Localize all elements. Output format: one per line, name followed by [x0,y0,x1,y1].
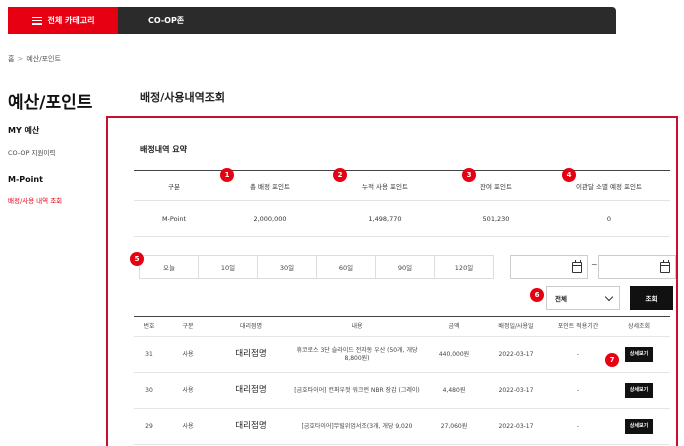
period-30d-button[interactable]: 30일 [257,255,317,279]
calendar-icon[interactable] [572,260,582,273]
sidebar-section-m-point: M-Point [8,175,43,184]
row-agency: 대리점명 [235,420,267,431]
summary-header-type: 구분 [168,182,180,191]
period-60d-button[interactable]: 60일 [316,255,376,279]
history-header-content: 내용 [351,322,363,330]
row-no: 31 [145,350,153,358]
table-row: 29 사용 대리점명 [금호타이어]무릴위엄서조(3개, 개당 9,020 27… [134,409,670,445]
summary-header-remaining: 잔여 포인트 [480,182,512,191]
row-type: 사용 [182,422,194,430]
start-date-field[interactable] [510,255,588,279]
row-content: [금호타이어]무릴위엄서조(3개, 개당 9,020 [301,422,413,430]
history-header-type: 구분 [182,322,194,330]
period-90d-button[interactable]: 90일 [375,255,435,279]
summary-remaining: 501,230 [482,214,510,223]
period-10d-button[interactable]: 10일 [198,255,258,279]
callout-badge-6: 6 [530,288,544,302]
calendar-icon[interactable] [660,260,670,273]
history-header-no: 번호 [143,322,155,330]
end-date-field[interactable] [598,255,676,279]
search-button[interactable]: 조회 [630,286,673,310]
top-nav-bar: 전체 카테고리 CO-OP존 [8,7,616,34]
row-amount: 4,480원 [442,386,466,394]
row-no: 30 [145,386,153,394]
row-period: - [576,350,580,358]
callout-badge-4: 4 [562,168,576,182]
row-amount: 440,000원 [438,350,470,358]
row-detail-cell: 상세보기 [608,409,670,444]
row-date: 2022-03-17 [498,422,534,430]
main-panel: 배정내역 요약 구분 총 배정 포인트 누적 사용 포인트 잔여 포인트 이관달… [106,116,678,446]
type-filter-value: 전체 [555,295,567,303]
period-selector: 오늘 10일 30일 60일 90일 120일 [139,255,494,279]
breadcrumb: 홈 > 예산/포인트 [8,54,61,64]
row-type: 사용 [182,350,194,358]
row-date: 2022-03-17 [498,350,534,358]
history-header-period: 포인트 적용기간 [557,322,599,330]
row-period: - [576,422,580,430]
summary-used: 1,498,770 [368,214,402,223]
row-no: 29 [145,422,153,430]
history-table: 번호 구분 대리점명 내용 금액 배정일/사용일 포인트 적용기간 상세조회 3… [134,316,670,445]
detail-view-button[interactable]: 상세보기 [624,383,654,398]
table-row: 31 사용 대리점명 휴코로스 3단 슬라이드 전자동 우산 (50개, 개당 … [134,337,670,373]
callout-badge-2: 2 [333,168,347,182]
breadcrumb-current: 예산/포인트 [26,55,61,63]
type-filter-select[interactable]: 전체 [546,286,620,310]
detail-view-button[interactable]: 상세보기 [624,347,654,362]
row-type: 사용 [182,386,194,394]
breadcrumb-home[interactable]: 홈 [8,54,14,64]
history-header-row: 번호 구분 대리점명 내용 금액 배정일/사용일 포인트 적용기간 상세조회 [134,317,670,337]
callout-badge-7: 7 [605,353,619,367]
summary-table: 구분 총 배정 포인트 누적 사용 포인트 잔여 포인트 이관달 소멸 예정 포… [134,170,670,237]
section-title: 배정/사용내역조회 [140,91,225,104]
callout-badge-1: 1 [220,168,234,182]
row-agency: 대리점명 [235,384,267,395]
callout-badge-5: 5 [130,252,144,266]
row-period: - [576,386,580,394]
row-agency: 대리점명 [235,348,267,359]
menu-icon [31,16,42,25]
sidebar-item-assign-usage[interactable]: 배정/사용 내역 조회 [8,195,62,205]
history-header-agency: 대리점명 [239,322,263,330]
page-title: 예산/포인트 [8,93,93,113]
summary-expiring: 0 [606,214,612,223]
summary-data-row: M-Point 2,000,000 1,498,770 501,230 0 [134,201,670,237]
row-amount: 27,060원 [440,422,468,430]
callout-badge-3: 3 [462,168,476,182]
row-detail-cell: 상세보기 [608,373,670,408]
date-range-separator: ~ [591,260,598,269]
history-header-detail: 상세조회 [627,322,651,330]
row-content: [금호타이어] 컨퍼우젓 워크런 NBR 장갑 (그레이) [294,386,420,394]
coop-zone-link[interactable]: CO-OP존 [148,7,184,34]
all-categories-label: 전체 카테고리 [47,16,95,25]
period-120d-button[interactable]: 120일 [434,255,494,279]
sidebar-item-coop-history[interactable]: CO-OP 지원이력 [8,147,55,157]
chevron-down-icon [604,292,614,302]
table-row: 30 사용 대리점명 [금호타이어] 컨퍼우젓 워크런 NBR 장갑 (그레이)… [134,373,670,409]
breadcrumb-separator: > [17,55,24,63]
history-header-amount: 금액 [448,322,460,330]
row-content: 휴코로스 3단 슬라이드 전자동 우산 (50개, 개당 8,800원) [296,346,418,362]
summary-type: M-Point [161,214,187,223]
sidebar-section-my-budget: MY 예산 [8,126,40,135]
history-header-date: 배정일/사용일 [498,322,534,330]
summary-total: 2,000,000 [253,214,287,223]
detail-view-button[interactable]: 상세보기 [624,419,654,434]
period-today-button[interactable]: 오늘 [139,255,199,279]
row-date: 2022-03-17 [498,386,534,394]
summary-header-row: 구분 총 배정 포인트 누적 사용 포인트 잔여 포인트 이관달 소멸 예정 포… [134,171,670,201]
all-categories-button[interactable]: 전체 카테고리 [8,7,118,34]
summary-title: 배정내역 요약 [140,145,187,154]
